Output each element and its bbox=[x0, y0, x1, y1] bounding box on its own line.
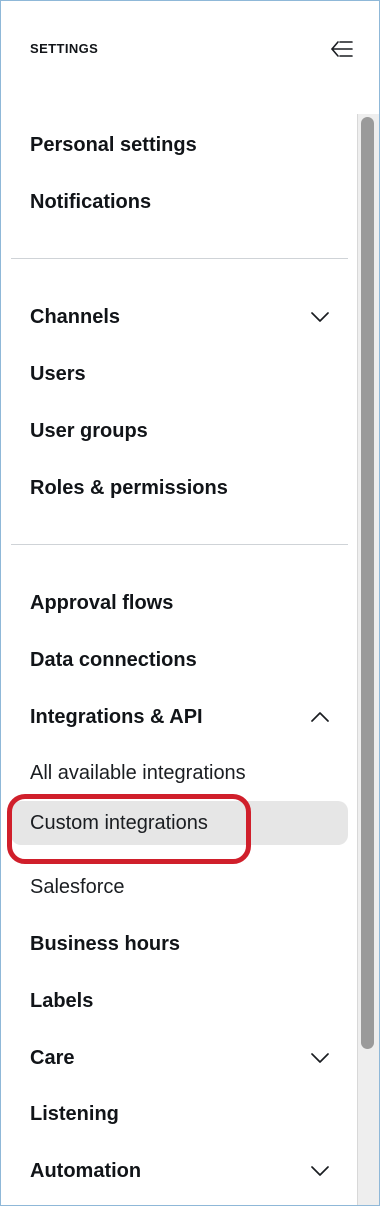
chevron-down-icon bbox=[310, 307, 330, 327]
chevron-down-icon bbox=[310, 1048, 330, 1068]
nav-item-notifications[interactable]: Notifications bbox=[11, 180, 348, 224]
settings-nav: Personal settings Notifications Channels… bbox=[1, 97, 361, 1205]
nav-item-label: All available integrations bbox=[30, 761, 246, 784]
collapse-left-icon bbox=[331, 41, 353, 57]
nav-item-business-hours[interactable]: Business hours bbox=[11, 922, 348, 966]
nav-item-label: Personal settings bbox=[30, 133, 197, 156]
scrollbar-thumb[interactable] bbox=[361, 117, 374, 1049]
nav-item-label: Channels bbox=[30, 305, 121, 328]
chevron-up-icon bbox=[310, 707, 330, 727]
nav-item-user-groups[interactable]: User groups bbox=[11, 409, 348, 453]
nav-divider bbox=[11, 258, 348, 259]
nav-item-label: Integrations & API bbox=[30, 705, 203, 728]
nav-item-listening[interactable]: Listening bbox=[11, 1092, 348, 1136]
nav-item-data-connections[interactable]: Data connections bbox=[11, 638, 348, 682]
nav-item-label: Approval flows bbox=[30, 591, 174, 614]
settings-header: SETTINGS bbox=[1, 1, 379, 97]
settings-panel: SETTINGS Personal settings Notifications… bbox=[0, 0, 380, 1206]
nav-item-label: Salesforce bbox=[30, 875, 125, 898]
nav-item-users[interactable]: Users bbox=[11, 352, 348, 396]
nav-item-label: Care bbox=[30, 1046, 75, 1069]
nav-divider bbox=[11, 544, 348, 545]
nav-item-label: Automation bbox=[30, 1159, 142, 1182]
nav-item-personal-settings[interactable]: Personal settings bbox=[11, 123, 348, 167]
nav-item-approval-flows[interactable]: Approval flows bbox=[11, 581, 348, 625]
nav-item-care[interactable]: Care bbox=[11, 1036, 348, 1080]
nav-item-channels[interactable]: Channels bbox=[11, 295, 348, 339]
chevron-down-icon bbox=[310, 1161, 330, 1181]
settings-title: SETTINGS bbox=[30, 41, 99, 56]
nav-subitem-all-available-integrations[interactable]: All available integrations bbox=[11, 751, 348, 795]
nav-subitem-custom-integrations[interactable]: Custom integrations bbox=[11, 801, 348, 845]
nav-item-label: Roles & permissions bbox=[30, 476, 228, 499]
nav-item-label: Listening bbox=[30, 1102, 119, 1125]
nav-item-label: User groups bbox=[30, 419, 148, 442]
nav-item-integrations-api[interactable]: Integrations & API bbox=[11, 695, 348, 739]
nav-item-label: Users bbox=[30, 362, 86, 385]
nav-item-label: Business hours bbox=[30, 932, 181, 955]
nav-item-label: Labels bbox=[30, 989, 94, 1012]
collapse-sidebar-button[interactable] bbox=[327, 35, 357, 63]
nav-item-label: Custom integrations bbox=[30, 811, 208, 834]
nav-item-automation[interactable]: Automation bbox=[11, 1149, 348, 1193]
nav-item-labels[interactable]: Labels bbox=[11, 979, 348, 1023]
nav-item-label: Notifications bbox=[30, 190, 152, 213]
nav-subitem-salesforce[interactable]: Salesforce bbox=[11, 865, 348, 909]
nav-item-roles-permissions[interactable]: Roles & permissions bbox=[11, 466, 348, 510]
nav-item-label: Data connections bbox=[30, 648, 197, 671]
